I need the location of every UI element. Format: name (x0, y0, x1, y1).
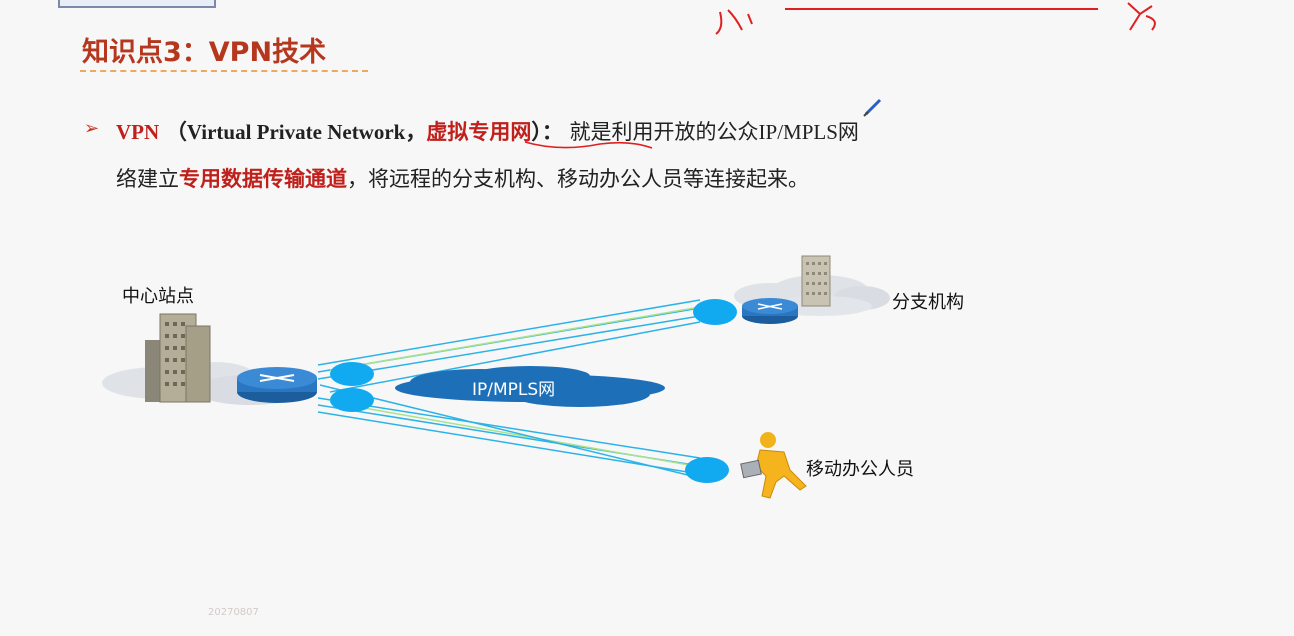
router-icon[interactable] (237, 367, 317, 403)
diagram-canvas (102, 2, 1156, 499)
pen-icon (863, 98, 882, 117)
building-icon (801, 255, 831, 307)
pen-annotation (524, 2, 1156, 149)
person-icon (740, 432, 807, 499)
mobile-worker-label: 移动办公人员 (806, 459, 914, 480)
center-site-label: 中心站点 (122, 286, 194, 307)
cloud-label: IP/MPLS网 (472, 380, 556, 400)
building-icon (145, 313, 211, 403)
slide: 知识点3：VPN技术 ➢ VPN （Virtual Private Networ… (0, 0, 1294, 636)
branch-label: 分支机构 (892, 292, 964, 313)
router-icon[interactable] (742, 298, 798, 324)
watermark: 20270807 (208, 607, 259, 618)
